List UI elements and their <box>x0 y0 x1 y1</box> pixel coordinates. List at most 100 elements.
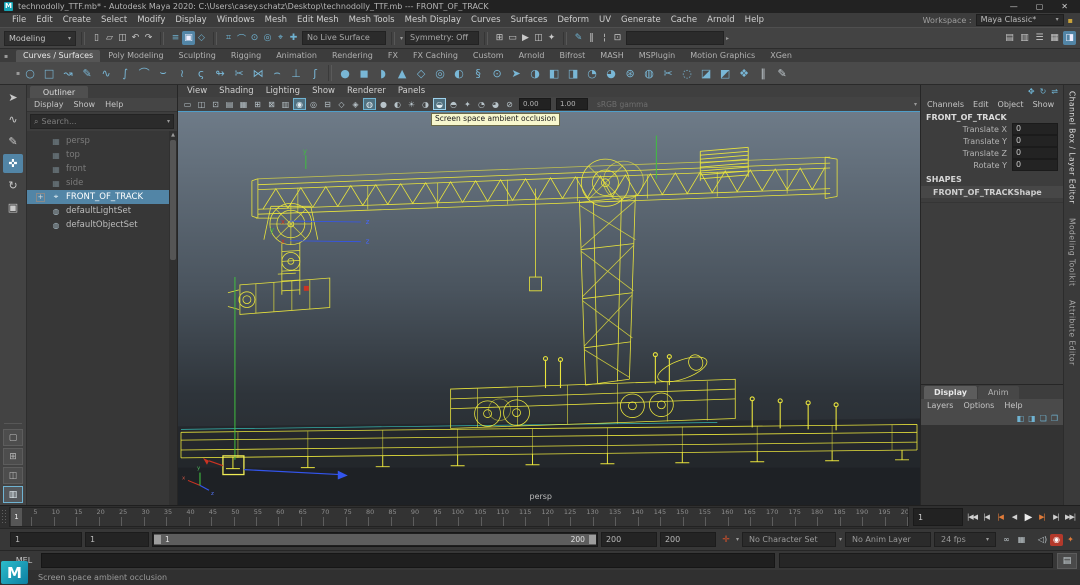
go-to-end-button[interactable]: ▶▶| <box>1063 513 1077 521</box>
sidebar-tab[interactable]: Channel Box / Layer Editor <box>1068 91 1077 204</box>
redo-icon[interactable]: ↷ <box>142 31 155 45</box>
shelf-tab[interactable]: Motion Graphics <box>683 50 762 62</box>
script-editor-button[interactable]: ▤ <box>1057 553 1077 569</box>
playblast-icon[interactable]: ▦ <box>1014 535 1029 544</box>
attribute-editor-toggle-icon[interactable]: ▦ <box>1048 31 1061 45</box>
viewport-canvas[interactable]: Screen space ambient occlusion <box>178 112 920 505</box>
loft-icon[interactable]: § <box>469 64 487 82</box>
camera-attributes-icon[interactable]: ⊡ <box>209 98 222 110</box>
detach-surface-icon[interactable]: ◩ <box>716 64 734 82</box>
viewport-menu-item[interactable]: Renderer <box>347 86 386 96</box>
shelf-tab[interactable]: Rigging <box>224 50 268 62</box>
shelf-tab[interactable]: XGen <box>763 50 799 62</box>
snap-projected-center-icon[interactable]: ◎ <box>261 31 274 45</box>
layout-two-pane[interactable]: ◫ <box>3 467 23 484</box>
arc-2pt-icon[interactable]: ⌣ <box>154 64 172 82</box>
bevel-icon[interactable]: ◔ <box>583 64 601 82</box>
planar-icon[interactable]: ⊙ <box>488 64 506 82</box>
menu-item[interactable]: Create <box>58 15 96 25</box>
set-key-icon[interactable]: ✛ <box>719 535 733 545</box>
create-empty-layer-icon[interactable]: ❏ <box>1040 414 1047 423</box>
layer-playback-icon[interactable]: ◨ <box>1028 414 1036 423</box>
step-back-key-button[interactable]: |◀ <box>993 513 1007 521</box>
make-live-icon[interactable]: ✚ <box>287 31 300 45</box>
snap-curve-icon[interactable]: ⌒ <box>235 31 248 45</box>
shadows-icon[interactable]: ◑ <box>419 98 432 110</box>
outliner-item[interactable]: ▦ front <box>27 162 177 176</box>
image-plane-icon[interactable]: ▦ <box>237 98 250 110</box>
playback-end-field[interactable]: 200 <box>601 532 657 547</box>
chevron-down-icon[interactable]: ▾ <box>839 536 842 543</box>
scrollbar-thumb[interactable] <box>170 140 176 260</box>
resolution-gate-icon[interactable]: ◉ <box>293 98 306 110</box>
nurbs-torus-icon[interactable]: ◎ <box>431 64 449 82</box>
frame-all-icon[interactable]: ⊡ <box>611 31 624 45</box>
nurbs-square-icon[interactable]: □ <box>40 64 58 82</box>
animation-start-field[interactable]: 1 <box>10 532 82 547</box>
menu-item[interactable]: Display <box>170 15 211 25</box>
step-forward-frame-button[interactable]: ▶| <box>1049 513 1063 521</box>
shape-node-name[interactable]: FRONT_OF_TRACKShape <box>921 186 1063 198</box>
channel-value-field[interactable]: 0 <box>1012 147 1058 159</box>
range-start-handle[interactable] <box>154 535 161 544</box>
gamma-field[interactable]: 1.00 <box>556 98 588 110</box>
use-all-lights-icon[interactable]: ☀ <box>405 98 418 110</box>
channel-row[interactable]: Rotate Y 0 <box>921 159 1063 171</box>
outliner-item[interactable]: ▦ persp <box>27 134 177 148</box>
channel-box-menu-item[interactable]: Channels <box>927 100 964 109</box>
menu-item[interactable]: Curves <box>466 15 506 25</box>
drag-handle[interactable] <box>1 509 6 525</box>
layer-editor-menu-item[interactable]: Layers <box>927 401 953 410</box>
play-backwards-button[interactable]: ◀ <box>1007 513 1021 521</box>
menu-item[interactable]: Mesh <box>260 15 292 25</box>
menu-set-selector[interactable]: Modeling ▾ <box>4 31 76 46</box>
save-scene-icon[interactable]: ◫ <box>116 31 129 45</box>
arc-3pt-icon[interactable]: ⌒ <box>135 64 153 82</box>
chevron-down-icon[interactable]: ▾ <box>736 536 739 543</box>
menu-item[interactable]: Select <box>96 15 132 25</box>
bezier-curve-icon[interactable]: ∫ <box>116 64 134 82</box>
paint-effects-icon[interactable]: ✎ <box>572 31 585 45</box>
viewport-menu-item[interactable]: Shading <box>219 86 254 96</box>
step-forward-key-button[interactable]: ▶| <box>1035 513 1049 521</box>
range-end-handle[interactable] <box>589 535 596 544</box>
menu-item[interactable]: Mesh Display <box>400 15 466 25</box>
insert-knot-icon[interactable]: ς <box>192 64 210 82</box>
modeling-toolkit-toggle-icon[interactable]: ▤ <box>1003 31 1016 45</box>
layer-list[interactable] <box>921 426 1063 505</box>
shelf-tab[interactable]: Curves / Surfaces <box>16 50 100 62</box>
menu-item[interactable]: Edit <box>31 15 57 25</box>
rebuild-curve-icon[interactable]: ʃ <box>306 64 324 82</box>
menu-item[interactable]: Mesh Tools <box>344 15 400 25</box>
play-forwards-button[interactable]: ▶ <box>1021 512 1035 523</box>
surface-fillet-icon[interactable]: ❖ <box>735 64 753 82</box>
menu-item[interactable]: Windows <box>212 15 260 25</box>
outliner-scrollbar[interactable]: ▲ <box>169 131 177 505</box>
birail-icon[interactable]: ◑ <box>526 64 544 82</box>
menu-item[interactable]: Generate <box>616 15 666 25</box>
chevron-down-icon[interactable]: ▾ <box>914 101 917 108</box>
expand-icon[interactable]: + <box>36 193 45 202</box>
symmetry-field[interactable]: Symmetry: Off <box>405 31 479 45</box>
menu-item[interactable]: UV <box>594 15 616 25</box>
extrude-icon[interactable]: ➤ <box>507 64 525 82</box>
viewport-menu-item[interactable]: Lighting <box>266 86 300 96</box>
cv-curve-icon[interactable]: ↝ <box>59 64 77 82</box>
stitch-icon[interactable]: ∥ <box>754 64 772 82</box>
outliner-menu-item[interactable]: Show <box>74 100 96 109</box>
intersect-curve-icon[interactable]: ⋈ <box>249 64 267 82</box>
render-settings-icon[interactable]: ✦ <box>545 31 558 45</box>
render-current-frame-icon[interactable]: ▶ <box>519 31 532 45</box>
close-button[interactable]: ✕ <box>1061 2 1068 11</box>
audio-icon[interactable]: ◁) <box>1035 535 1050 544</box>
outliner-item[interactable]: ◍ defaultLightSet <box>27 204 177 218</box>
channel-box-toggle-icon[interactable]: ◨ <box>1063 31 1076 45</box>
shelf-tab[interactable]: Sculpting <box>172 50 223 62</box>
intersect-surface-icon[interactable]: ◍ <box>640 64 658 82</box>
outliner-menu-item[interactable]: Display <box>34 100 64 109</box>
layer-editor-tab[interactable]: Anim <box>978 386 1019 399</box>
numeric-input-field[interactable] <box>626 31 724 45</box>
workspace-lock-icon[interactable]: ▪ <box>1068 16 1073 25</box>
safe-action-icon[interactable]: ◇ <box>335 98 348 110</box>
channel-box-menu-item[interactable]: Object <box>998 100 1024 109</box>
